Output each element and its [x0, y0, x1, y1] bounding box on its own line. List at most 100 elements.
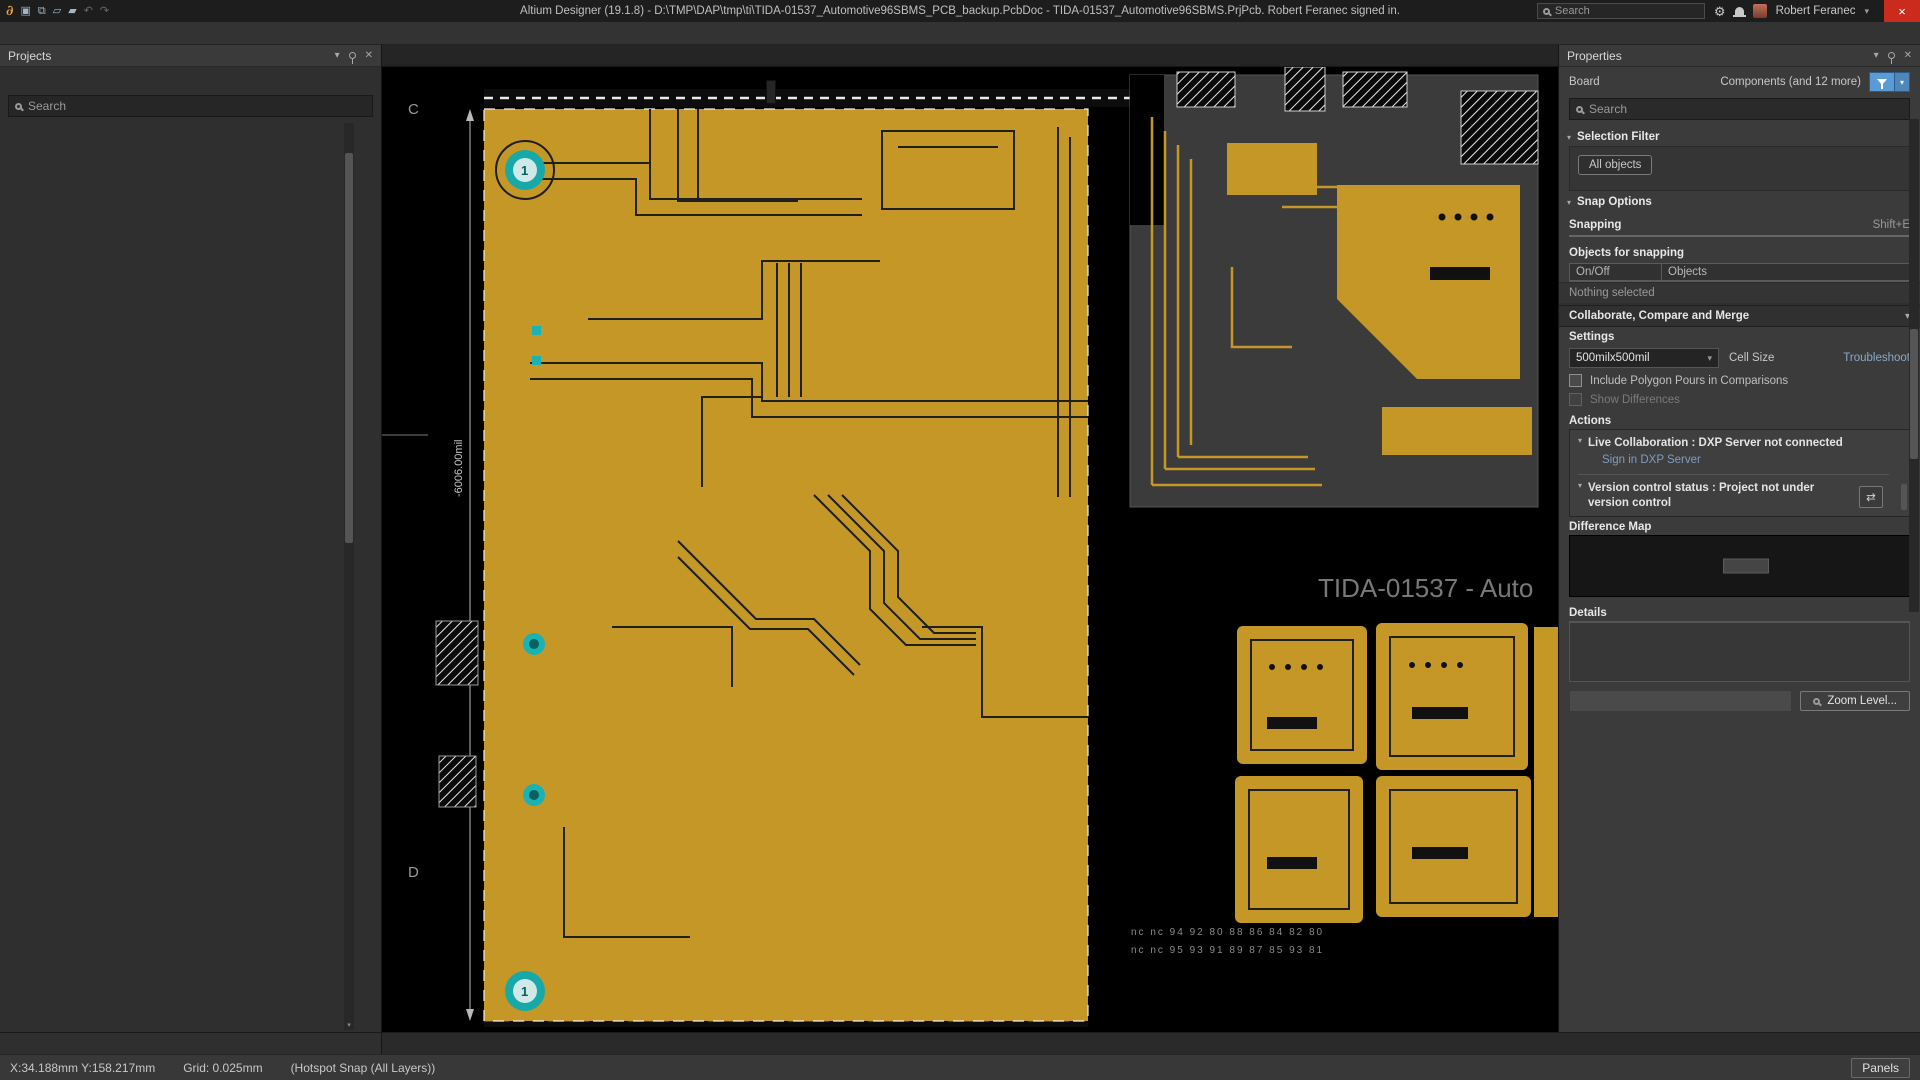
- status-bar: X:34.188mm Y:158.217mm Grid: 0.025mm (Ho…: [0, 1054, 1920, 1080]
- altium-logo-icon: ∂: [6, 3, 13, 19]
- snapping-shortcut: Shift+E: [1873, 219, 1910, 231]
- settings-label: Settings: [1569, 331, 1614, 343]
- cursor-position: X:34.188mm Y:158.217mm: [10, 1061, 155, 1075]
- mounting-hole-top[interactable]: 1: [505, 150, 545, 190]
- panel-tabs: [0, 1033, 382, 1054]
- user-menu-caret-icon[interactable]: ▾: [1864, 6, 1869, 17]
- show-differences-checkbox[interactable]: [1569, 393, 1582, 406]
- properties-search-input[interactable]: [1589, 102, 1859, 116]
- objects-for-snapping-label: Objects for snapping: [1569, 247, 1684, 259]
- pin-icon[interactable]: [1888, 52, 1895, 59]
- selection-filter-section[interactable]: ▾Selection Filter: [1559, 126, 1920, 146]
- snapping-mode-switch: [1569, 235, 1910, 237]
- redo-icon[interactable]: ↷: [100, 6, 109, 17]
- filter-button[interactable]: [1869, 72, 1895, 92]
- document-tab-bar: [382, 45, 1558, 67]
- bell-icon[interactable]: [1735, 7, 1744, 15]
- properties-panel-header: Properties ▾ ✕: [1559, 45, 1920, 67]
- close-icon[interactable]: ✕: [365, 50, 373, 61]
- pcb-floating-toolbar: [766, 80, 776, 104]
- save-all-icon[interactable]: ⧉: [38, 6, 46, 17]
- copper-pour[interactable]: [484, 109, 1088, 1021]
- open-project-icon[interactable]: ▰: [68, 6, 76, 17]
- refresh-vcs-button[interactable]: ⇄: [1859, 486, 1883, 508]
- user-name[interactable]: Robert Feranec: [1776, 5, 1856, 17]
- details-table: [1569, 621, 1910, 682]
- include-polygon-label: Include Polygon Pours in Comparisons: [1590, 375, 1788, 387]
- undo-icon[interactable]: ↶: [84, 6, 93, 17]
- global-search-box[interactable]: [1537, 3, 1705, 19]
- actions-box: ▾Live Collaboration : DXP Server not con…: [1569, 429, 1910, 517]
- pin-icon[interactable]: [349, 52, 356, 59]
- projects-panel: Projects ▾ ✕ ▾: [0, 45, 382, 1032]
- zoom-level-field[interactable]: [1569, 690, 1792, 712]
- difference-map: [1569, 535, 1910, 597]
- projects-toolbar: [0, 67, 381, 93]
- version-control-item[interactable]: ▾Version control status : Project not un…: [1578, 481, 1858, 510]
- snap-options-section[interactable]: ▾Snap Options: [1559, 191, 1920, 211]
- difference-map-label: Difference Map: [1569, 521, 1651, 533]
- show-differences-label: Show Differences: [1590, 394, 1680, 406]
- svg-text:1: 1: [521, 163, 528, 178]
- panel-menu-icon[interactable]: ▾: [335, 50, 340, 61]
- nothing-selected-status: Nothing selected: [1559, 282, 1920, 303]
- svg-text:1: 1: [521, 984, 528, 999]
- properties-search-box[interactable]: [1569, 98, 1910, 120]
- search-icon: [1543, 8, 1550, 15]
- search-icon: [1813, 698, 1820, 705]
- projects-scrollbar[interactable]: ▾: [344, 123, 354, 1030]
- altium-designer-window: ∂ ▣ ⧉ ▱ ▰ ↶ ↷ Altium Designer (19.1.8) -…: [0, 0, 1920, 1080]
- collaborate-header[interactable]: Collaborate, Compare and Merge▾: [1559, 305, 1920, 327]
- dimension-label: -6006.00mil: [453, 440, 465, 497]
- selection-filter-box: All objects: [1569, 146, 1910, 191]
- cell-size-dropdown[interactable]: 500milx500mil▾: [1569, 348, 1719, 368]
- zone-letter-d: D: [408, 864, 419, 881]
- sign-in-dxp-link[interactable]: Sign in DXP Server: [1578, 450, 1889, 472]
- project-tree: ▾: [0, 121, 381, 1032]
- save-icon[interactable]: ▣: [20, 6, 30, 17]
- gear-icon[interactable]: ⚙: [1714, 5, 1726, 18]
- pad-label-row2: nc nc 95 93 91 89 87 85 93 81: [1131, 945, 1324, 956]
- cell-size-label: Cell Size: [1729, 352, 1774, 364]
- zone-letter-c: C: [408, 101, 419, 118]
- filter-dropdown-button[interactable]: ▾: [1895, 72, 1910, 92]
- objects-for-snapping-table: On/Off Objects: [1569, 263, 1910, 282]
- panels-button[interactable]: Panels: [1851, 1058, 1910, 1078]
- difference-map-slider[interactable]: [1723, 559, 1769, 574]
- panel-menu-icon[interactable]: ▾: [1874, 50, 1879, 61]
- projects-panel-header: Projects ▾ ✕: [0, 45, 381, 67]
- funnel-icon: [1877, 79, 1887, 85]
- troubleshoot-link[interactable]: Troubleshoot: [1843, 352, 1910, 364]
- pcb-canvas[interactable]: C D -6006.00mil: [382, 67, 1558, 1031]
- grid-setting: Grid: 0.025mm: [183, 1061, 262, 1075]
- close-window-button[interactable]: ×: [1884, 0, 1920, 22]
- filter-summary: Components (and 12 more): [1720, 76, 1869, 88]
- global-search-input[interactable]: [1555, 5, 1675, 17]
- zoom-level-button[interactable]: Zoom Level...: [1800, 691, 1910, 711]
- search-icon: [15, 103, 22, 110]
- layer-bar: [382, 1033, 1920, 1054]
- open-icon[interactable]: ▱: [53, 6, 61, 17]
- close-icon[interactable]: ✕: [1904, 50, 1912, 61]
- snap-setting: (Hotspot Snap (All Layers)): [291, 1061, 436, 1075]
- projects-search-box[interactable]: [8, 95, 373, 117]
- projects-search-input[interactable]: [28, 99, 308, 113]
- board-watermark: TIDA-01537 - Auto: [1318, 573, 1533, 603]
- title-bar: ∂ ▣ ⧉ ▱ ▰ ↶ ↷ Altium Designer (19.1.8) -…: [0, 0, 1920, 22]
- details-table-body: [1570, 623, 1909, 681]
- include-polygon-checkbox[interactable]: [1569, 374, 1582, 387]
- objects-column-header: Objects: [1662, 264, 1909, 280]
- live-collaboration-item[interactable]: ▾Live Collaboration : DXP Server not con…: [1578, 436, 1889, 450]
- menu-bar: [0, 22, 1920, 45]
- properties-panel: Properties ▾ ✕ Board Components (and 12 …: [1558, 45, 1920, 1032]
- projects-panel-title: Projects: [8, 49, 51, 63]
- all-objects-button[interactable]: All objects: [1578, 155, 1652, 175]
- snapping-label: Snapping: [1569, 219, 1621, 231]
- properties-scrollbar[interactable]: [1909, 119, 1919, 612]
- bottom-bar: [0, 1032, 1920, 1054]
- pcb-editor-view[interactable]: C D -6006.00mil: [382, 67, 1558, 1032]
- mounting-hole-bottom[interactable]: 1: [505, 971, 545, 1011]
- search-icon: [1576, 106, 1583, 113]
- avatar[interactable]: [1753, 4, 1767, 18]
- context-label: Board: [1569, 76, 1600, 88]
